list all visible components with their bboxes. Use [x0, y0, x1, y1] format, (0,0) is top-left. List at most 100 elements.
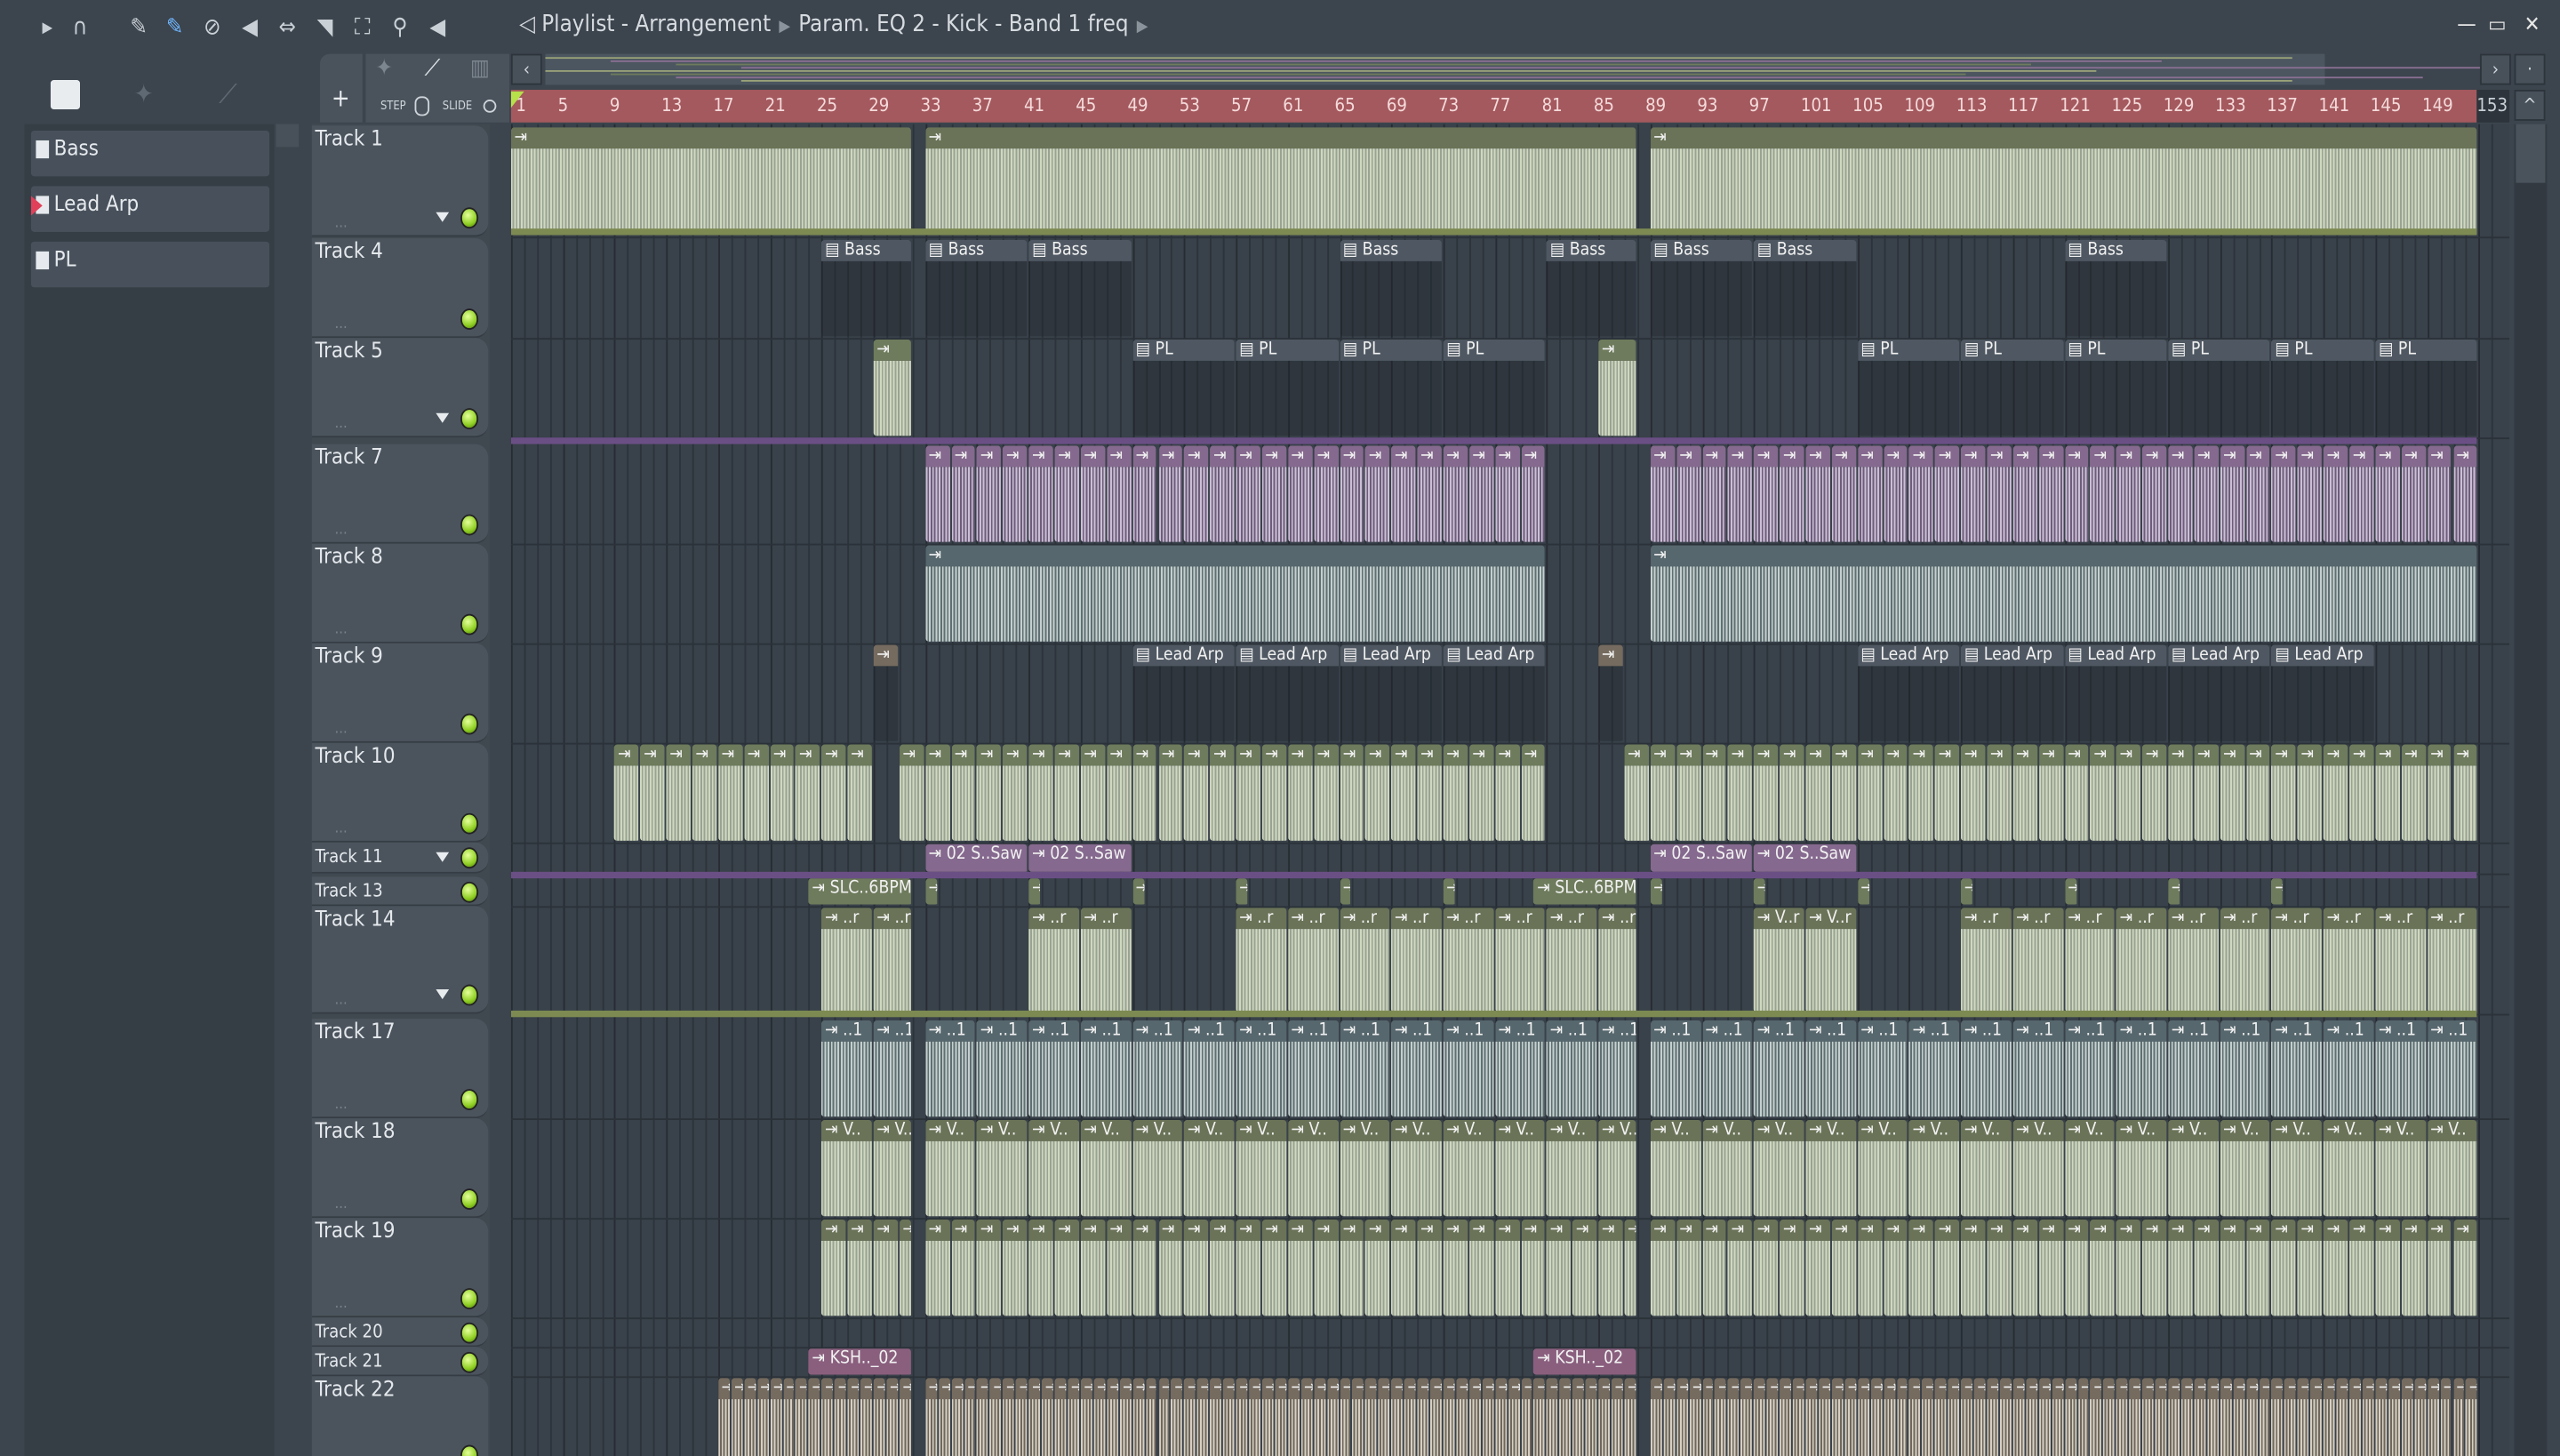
clip-header[interactable]: ▤ Bass [1754, 239, 1856, 261]
clip[interactable]: ⇥ [1650, 445, 1676, 542]
clip[interactable]: ⇥ [951, 1378, 964, 1456]
clip[interactable]: ⇥ [1701, 445, 1728, 542]
clip-header[interactable]: ⇥ [1611, 1378, 1623, 1400]
clip[interactable]: ⇥ ..1 [1080, 1020, 1132, 1117]
track-header[interactable]: Track 18... [311, 1118, 489, 1219]
track-header[interactable]: Track 14... [311, 906, 489, 1014]
clip-header[interactable]: ⇥ [2271, 878, 2284, 905]
clip[interactable]: ⇥ [1106, 1220, 1132, 1316]
clip-header[interactable]: ⇥ ..r [1028, 908, 1079, 930]
clip[interactable]: ⇥ [1805, 1378, 1819, 1456]
clip-header[interactable]: ⇥ [1391, 1378, 1404, 1400]
clip[interactable]: ⇥ [1468, 744, 1495, 841]
title-playlist[interactable]: Playlist - Arrangement [541, 12, 771, 37]
clip-header[interactable]: ⇥ [873, 340, 911, 361]
clip[interactable]: ▤ Lead Arp [2168, 644, 2272, 741]
clip-header[interactable]: ⇥ [2466, 1378, 2477, 1400]
clip[interactable]: ⇥ [924, 878, 939, 905]
clip[interactable]: ⇥ [1844, 1378, 1858, 1456]
track-enable-led[interactable] [460, 881, 479, 903]
clip[interactable]: ⇥ [873, 1220, 900, 1316]
clip[interactable]: ⇥ ..r [873, 908, 913, 1012]
clip-header[interactable]: ⇥ [2245, 445, 2270, 468]
track-header[interactable]: Track 10... [311, 742, 489, 843]
clip-header[interactable]: ⇥ [2194, 744, 2219, 766]
track-grip-icon[interactable]: ... [335, 1097, 348, 1113]
clip[interactable]: ⇥ [614, 744, 640, 841]
track-grip-icon[interactable]: ... [335, 993, 348, 1009]
clip[interactable]: ⇥ [873, 340, 913, 436]
clip[interactable]: ⇥ [1417, 1220, 1443, 1316]
track-grip-icon[interactable]: ... [335, 215, 348, 231]
clip[interactable]: ⇥ ..1 [1132, 1020, 1184, 1117]
breadcrumb-arrow-icon[interactable]: ▶ [1137, 18, 1148, 36]
clip[interactable]: ⇥ [1236, 878, 1250, 905]
clip-header[interactable]: ⇥ [977, 744, 1002, 766]
clip-header[interactable]: ⇥ [924, 1220, 950, 1241]
clip[interactable]: ⇥ [2245, 1220, 2272, 1316]
clip-header[interactable]: ⇥ ..r [1391, 908, 1442, 930]
track-enable-led[interactable] [460, 613, 479, 636]
clip[interactable]: ⇥ ..r [2116, 908, 2168, 1012]
clip[interactable]: ⇥ [2194, 1378, 2207, 1456]
slide-toggle[interactable] [483, 100, 497, 113]
clip-header[interactable]: ⇥ [1417, 1378, 1429, 1400]
clip[interactable]: ⇥ [1236, 744, 1262, 841]
clip[interactable]: ⇥ [1559, 1378, 1573, 1456]
clip-header[interactable]: ⇥ ..1 [1547, 1020, 1597, 1042]
clip[interactable]: ⇥ [2180, 1378, 2195, 1456]
clip-header[interactable]: ⇥ [1650, 545, 2477, 567]
clip-header[interactable]: ⇥ [2349, 1220, 2374, 1241]
clip-header[interactable]: ⇥ V.. [1547, 1119, 1597, 1141]
clip[interactable]: ⇥ [1908, 445, 1935, 542]
clip-header[interactable]: ⇥ [1015, 1378, 1028, 1400]
clip-header[interactable]: ⇥ [1780, 1220, 1804, 1241]
clip[interactable]: ⇥ [1391, 1378, 1404, 1456]
clip-header[interactable]: ⇥ [2401, 744, 2426, 766]
clip-header[interactable]: ⇥ [1883, 445, 1908, 468]
track-header[interactable]: Track 9... [311, 643, 489, 743]
clip[interactable]: ⇥ [1326, 1378, 1340, 1456]
clip[interactable]: ▤ Bass [1547, 239, 1637, 337]
clip-header[interactable]: ⇥ V.. [2168, 1119, 2219, 1141]
clip[interactable]: ▤ PL [1340, 340, 1444, 436]
clip-header[interactable]: ⇥ [1365, 445, 1390, 468]
clip-header[interactable]: ⇥ V.. [2324, 1119, 2374, 1141]
clip[interactable]: ⇥ [989, 1378, 1004, 1456]
clip-header[interactable]: ⇥ [2064, 878, 2076, 905]
clip[interactable]: ⇥ [2064, 1220, 2091, 1316]
clip[interactable]: ⇥ [2452, 1220, 2479, 1316]
clip-header[interactable]: ⇥ [2271, 445, 2297, 468]
clip-header[interactable]: ⇥ ..r [1236, 908, 1286, 930]
clip[interactable]: ⇥ [1780, 1220, 1805, 1316]
clip[interactable]: ⇥ [1883, 445, 1909, 542]
clip[interactable]: ⇥ V.. [1494, 1119, 1547, 1217]
clip[interactable]: ⇥ V.. [2116, 1119, 2168, 1217]
clip[interactable]: ⇥ [1676, 744, 1702, 841]
clip[interactable]: ⇥ KSH.._02 [1533, 1348, 1638, 1375]
clip[interactable]: ⇥ [1003, 1378, 1016, 1456]
clip[interactable]: ⇥ [1287, 1220, 1314, 1316]
clip[interactable]: ⇥ [1948, 1378, 1962, 1456]
clip[interactable]: ⇥ [1935, 1378, 1948, 1456]
clip-header[interactable]: ⇥ ..r [2271, 908, 2323, 930]
track-name[interactable]: Track 4 [315, 240, 382, 265]
clip[interactable]: ⇥ [1494, 445, 1521, 542]
clip[interactable]: ⇥ [2362, 1378, 2376, 1456]
clip-header[interactable]: ⇥ V.. [1391, 1119, 1442, 1141]
clip-header[interactable]: ⇥ [1494, 1378, 1507, 1400]
clip[interactable]: ⇥ [717, 744, 744, 841]
clip[interactable]: ⇥ [2284, 1378, 2298, 1456]
clip[interactable]: ⇥ [1987, 744, 2012, 841]
clip-header[interactable]: ⇥ [1598, 340, 1636, 361]
playback-icon[interactable]: ◀ [423, 13, 452, 43]
clip[interactable]: ⇥ [1908, 1378, 1923, 1456]
clip-header[interactable]: ⇥ [782, 1378, 795, 1400]
clip[interactable]: ▤ Bass [2064, 239, 2169, 337]
clip-header[interactable]: ▤ PL [2064, 340, 2167, 361]
clip-header[interactable]: ⇥ 02 S..Saw [924, 844, 1028, 872]
clip-header[interactable]: ⇥ [1961, 744, 1986, 766]
track-header[interactable]: Track 5... [311, 338, 489, 438]
clip[interactable]: ⇥ [2336, 1378, 2350, 1456]
clip-header[interactable]: ⇥ [1740, 1378, 1753, 1400]
